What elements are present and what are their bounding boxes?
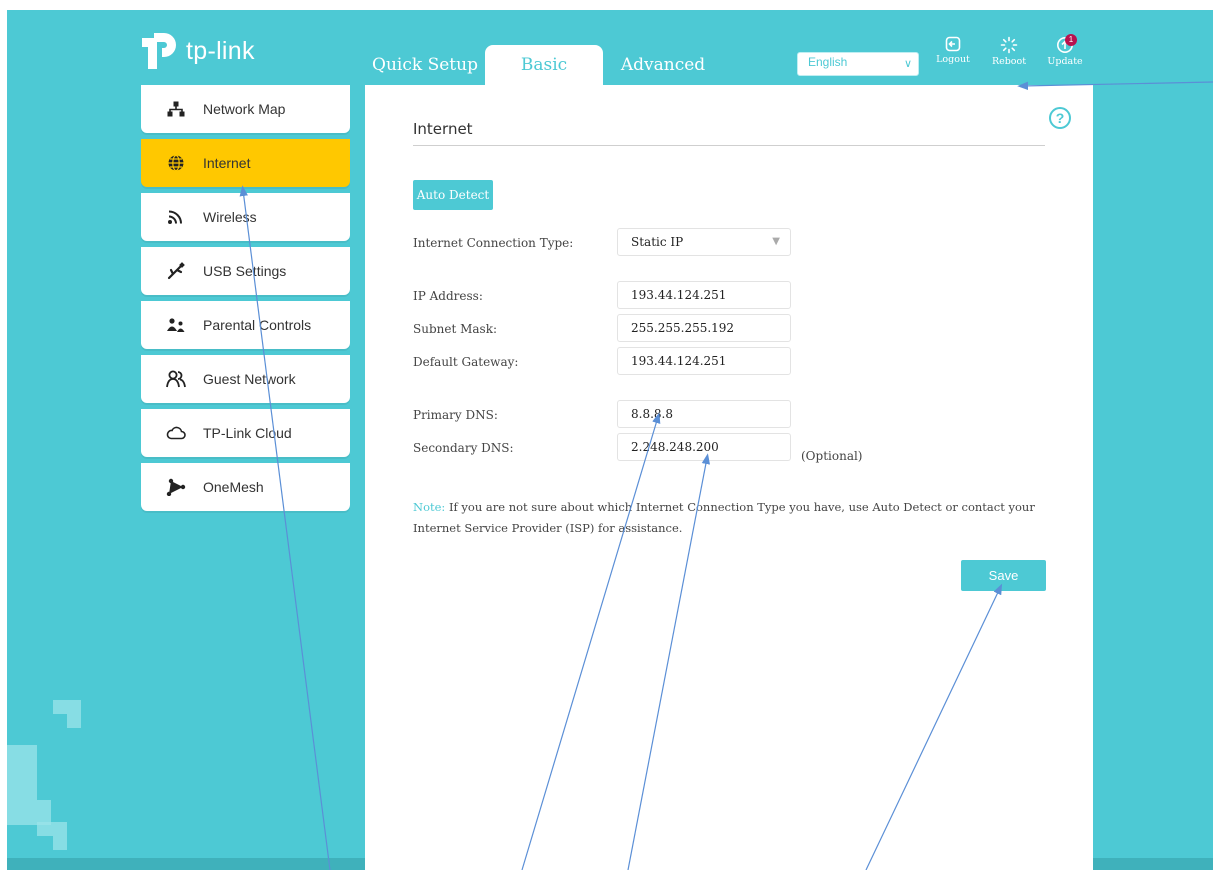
sidebar-item-wireless[interactable]: Wireless (141, 193, 350, 241)
sidebar-item-label: Internet (203, 155, 251, 171)
tp-link-logo-mark-icon (142, 33, 176, 69)
main-panel: ? Internet Auto Detect Internet Connecti… (365, 85, 1093, 870)
sidebar-item-usb-settings[interactable]: USB Settings (141, 247, 350, 295)
globe-icon (165, 154, 187, 172)
note-label: Note: (413, 500, 446, 514)
update-badge: 1 (1065, 34, 1077, 46)
decorative-square (37, 822, 67, 836)
sidebar-item-parental-controls[interactable]: Parental Controls (141, 301, 350, 349)
tab-basic[interactable]: Basic (485, 45, 603, 85)
connection-type-value: Static IP (631, 235, 684, 249)
decorative-square (53, 700, 67, 714)
chevron-down-icon: ∨ (903, 58, 912, 70)
dropdown-arrow-icon: ▼ (772, 236, 780, 247)
sidebar-item-label: OneMesh (203, 479, 264, 495)
tab-quick-setup[interactable]: Quick Setup (370, 45, 480, 85)
sidebar-item-label: Guest Network (203, 371, 296, 387)
save-button[interactable]: Save (961, 560, 1046, 591)
tab-label: Quick Setup (372, 55, 478, 75)
ip-address-label: IP Address: (413, 289, 483, 303)
sidebar-item-label: TP-Link Cloud (203, 425, 292, 441)
subnet-mask-field[interactable]: 255.255.255.192 (617, 314, 791, 342)
tab-advanced[interactable]: Advanced (607, 45, 719, 85)
sidebar-item-label: Network Map (203, 101, 286, 117)
primary-dns-field[interactable]: 8.8.8.8 (617, 400, 791, 428)
sidebar-item-guest-network[interactable]: Guest Network (141, 355, 350, 403)
connection-type-select[interactable]: Static IP ▼ (617, 228, 791, 256)
reboot-icon (1000, 36, 1018, 54)
sidebar-item-network-map[interactable]: Network Map (141, 85, 350, 133)
parental-icon (165, 317, 187, 333)
decorative-square (53, 836, 67, 850)
reboot-label: Reboot (991, 56, 1027, 67)
sidebar-item-internet[interactable]: Internet (141, 139, 350, 187)
tab-label: Advanced (620, 55, 706, 75)
default-gateway-label: Default Gateway: (413, 355, 519, 369)
sidebar-item-tp-link-cloud[interactable]: TP-Link Cloud (141, 409, 350, 457)
connection-type-label: Internet Connection Type: (413, 236, 574, 250)
network-map-icon (165, 101, 187, 117)
tp-link-logo[interactable]: tp-link (140, 28, 255, 74)
divider (413, 145, 1045, 146)
reboot-button[interactable]: Reboot (987, 36, 1031, 67)
guest-icon (165, 370, 187, 388)
logo-text: tp-link (186, 36, 255, 65)
primary-dns-label: Primary DNS: (413, 408, 498, 422)
decorative-square (7, 745, 37, 825)
onemesh-icon (165, 478, 187, 496)
ip-address-field[interactable]: 193.44.124.251 (617, 281, 791, 309)
page-title: Internet (413, 120, 473, 138)
note-text: Note: If you are not sure about which In… (413, 497, 1053, 539)
secondary-dns-label: Secondary DNS: (413, 441, 514, 455)
update-button[interactable]: 1 Update (1043, 34, 1087, 67)
secondary-dns-field[interactable]: 2.248.248.200 (617, 433, 791, 461)
language-select[interactable]: English ∨ (797, 52, 919, 76)
update-label: Update (1047, 56, 1083, 67)
logout-icon (945, 36, 961, 52)
note-body: If you are not sure about which Internet… (413, 500, 1035, 535)
sidebar-item-label: Parental Controls (203, 317, 312, 333)
help-icon[interactable]: ? (1049, 107, 1071, 129)
logout-button[interactable]: Logout (931, 36, 975, 65)
sidebar-item-onemesh[interactable]: OneMesh (141, 463, 350, 511)
sidebar-item-label: USB Settings (203, 263, 287, 279)
tab-label: Basic (520, 55, 568, 75)
router-admin-page: tp-link Quick Setup Basic Advanced Engli… (7, 10, 1213, 870)
language-selected-value: English (808, 55, 848, 69)
optional-hint: (Optional) (801, 449, 863, 463)
usb-icon (165, 262, 187, 280)
wifi-icon (165, 209, 187, 225)
default-gateway-field[interactable]: 193.44.124.251 (617, 347, 791, 375)
cloud-icon (165, 426, 187, 440)
logout-label: Logout (936, 54, 970, 65)
decorative-square (67, 700, 81, 728)
subnet-mask-label: Subnet Mask: (413, 322, 498, 336)
sidebar-item-label: Wireless (203, 209, 257, 225)
auto-detect-button[interactable]: Auto Detect (413, 180, 493, 210)
